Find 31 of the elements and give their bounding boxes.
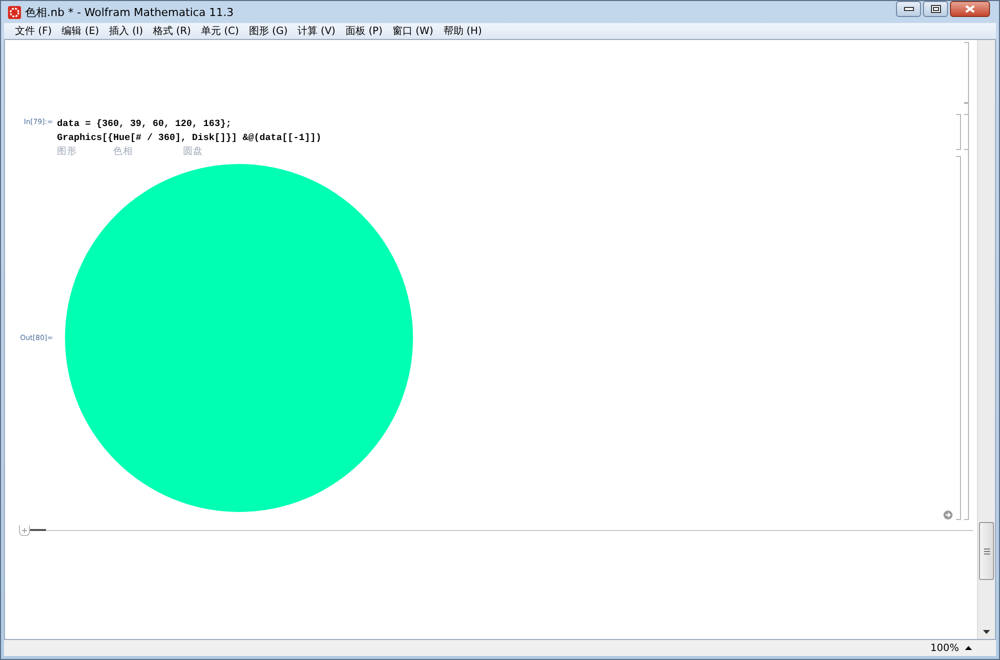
menu-item[interactable]: 图形 (G): [244, 24, 293, 38]
menu-item[interactable]: 窗口 (W): [387, 24, 438, 38]
menu-item[interactable]: 文件 (F): [10, 24, 57, 38]
scroll-thumb[interactable]: [979, 522, 994, 580]
zoom-menu-icon[interactable]: [965, 646, 972, 650]
menu-item[interactable]: 格式 (R): [148, 24, 196, 38]
code-hint: 色相: [113, 146, 133, 157]
app-logo-icon: [8, 6, 21, 18]
close-button[interactable]: [950, 1, 990, 17]
grip-icon: [984, 548, 990, 554]
minimize-button[interactable]: [896, 1, 921, 17]
maximize-icon: [930, 5, 940, 13]
maximize-button[interactable]: [923, 1, 948, 17]
window-title: 色相.nb * - Wolfram Mathematica 11.3: [25, 4, 235, 20]
zoom-level[interactable]: 100%: [930, 642, 959, 654]
add-cell-icon[interactable]: [19, 524, 30, 536]
menu-item[interactable]: 帮助 (H): [438, 24, 487, 38]
code-line: data = {360, 39, 60, 120, 163};: [57, 117, 232, 131]
arrow-icon[interactable]: [943, 510, 953, 520]
menu-item[interactable]: 单元 (C): [196, 24, 244, 38]
code-line: Graphics[{Hue[# / 360], Disk[]}] &@(data[[-1]]): [57, 131, 322, 145]
scroll-down-icon[interactable]: [983, 630, 990, 634]
menu-item[interactable]: 计算 (V): [292, 24, 340, 38]
menu-item[interactable]: 面板 (P): [340, 24, 388, 38]
code-hint: 圆盘: [183, 146, 203, 157]
minimize-icon: [904, 7, 914, 11]
menu-item[interactable]: 编辑 (E): [56, 24, 104, 38]
menu-item[interactable]: 插入 (I): [104, 24, 148, 38]
code-hint: 图形: [57, 146, 77, 157]
scrollbar[interactable]: [977, 40, 995, 639]
close-icon: [965, 5, 975, 13]
